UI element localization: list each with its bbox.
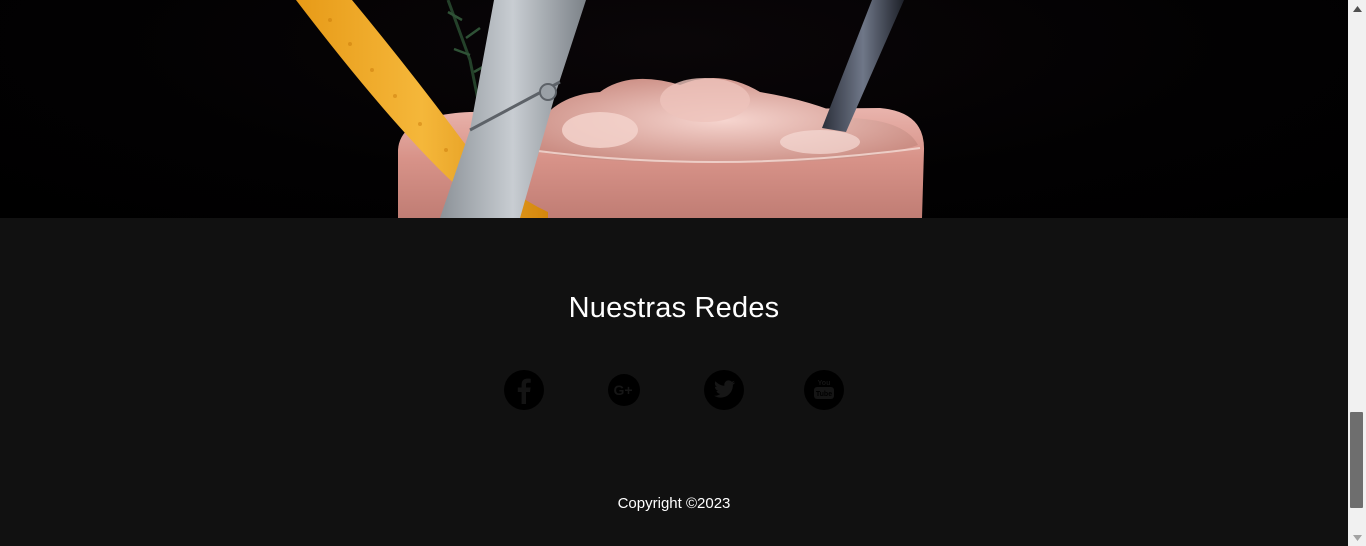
social-links: G+ You Tube (0, 368, 1348, 412)
hero-image (0, 0, 1348, 218)
copyright-text: Copyright ©2023 (617, 495, 731, 512)
svg-text:G+: G+ (613, 382, 632, 398)
page-viewport: Nuestras Redes G+ You Tube Copyright ©20… (0, 0, 1348, 546)
footer-title: Nuestras Redes (568, 292, 780, 324)
google-plus-icon: G+ (608, 374, 640, 406)
scroll-down-arrow-icon[interactable] (1348, 529, 1366, 546)
svg-text:You: You (818, 380, 831, 387)
scrollbar-thumb[interactable] (1350, 412, 1363, 508)
google-plus-link[interactable]: G+ (602, 368, 646, 412)
cocktail-photo (296, 0, 925, 218)
footer: Nuestras Redes G+ You Tube Copyright ©20… (0, 218, 1348, 546)
twitter-icon (704, 370, 744, 410)
svg-text:Tube: Tube (816, 391, 832, 398)
youtube-icon: You Tube (804, 370, 844, 410)
youtube-link[interactable]: You Tube (802, 368, 846, 412)
scrollbar-track[interactable] (1348, 17, 1366, 529)
vertical-scrollbar[interactable] (1348, 0, 1366, 546)
twitter-link[interactable] (702, 368, 746, 412)
facebook-link[interactable] (502, 368, 546, 412)
facebook-icon (504, 370, 544, 410)
scroll-up-arrow-icon[interactable] (1348, 0, 1366, 17)
